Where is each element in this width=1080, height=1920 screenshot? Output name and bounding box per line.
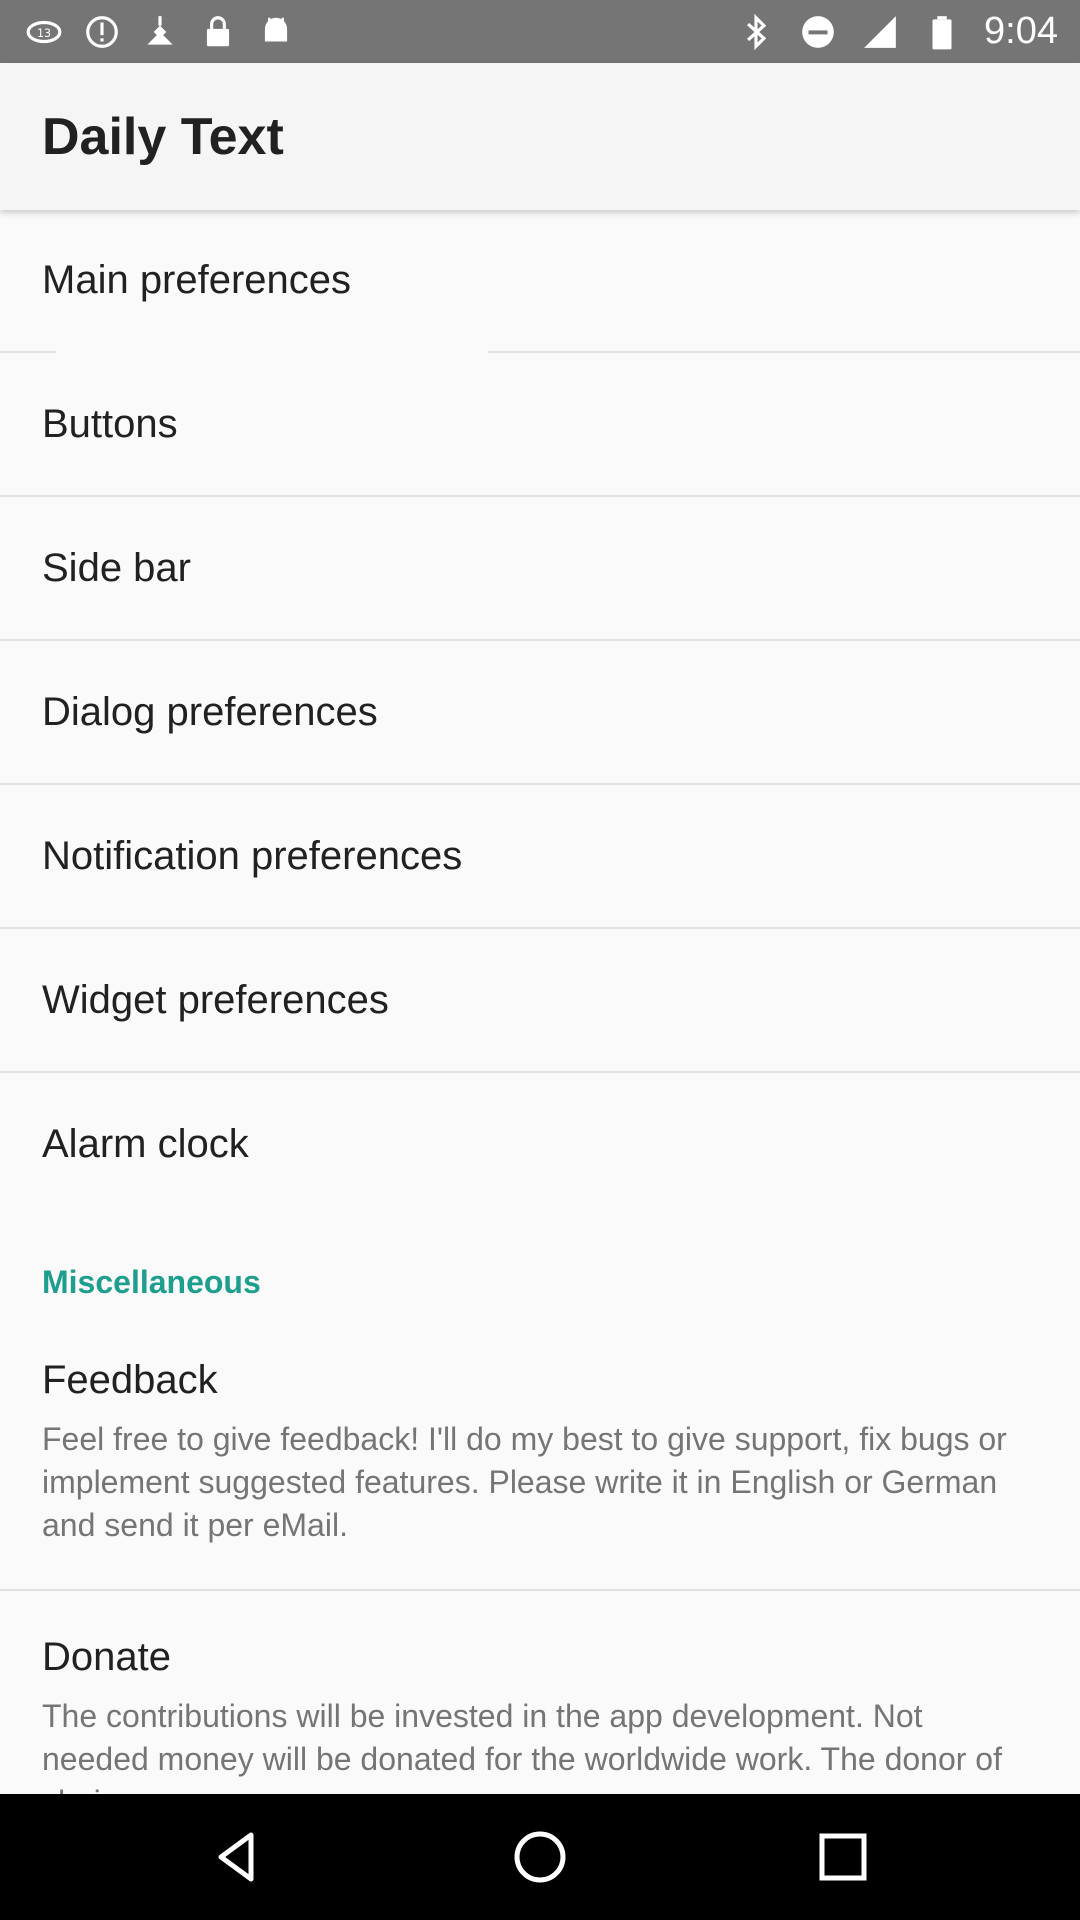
page-title: Daily Text: [42, 108, 284, 166]
svg-text:13: 13: [37, 26, 51, 39]
status-time: 9:04: [984, 10, 1058, 52]
pref-item-donate[interactable]: Donate The contributions will be investe…: [0, 1592, 1080, 1794]
divider: [0, 639, 1080, 641]
recents-icon[interactable]: [813, 1827, 873, 1887]
pref-item-main-preferences[interactable]: Main preferences: [0, 210, 1080, 354]
pref-title: Main preferences: [42, 258, 352, 302]
status-bar: 13 9:04: [0, 0, 1080, 63]
pref-item-notification-preferences[interactable]: Notification preferences: [0, 786, 1080, 930]
app-bar: Daily Text: [0, 63, 1080, 210]
pref-item-widget-preferences[interactable]: Widget preferences: [0, 930, 1080, 1074]
pref-title: Donate: [42, 1635, 171, 1679]
fake-gps-icon: [140, 12, 180, 52]
home-icon[interactable]: [510, 1827, 570, 1887]
divider: [0, 351, 56, 353]
divider: [0, 927, 1080, 929]
divider: [0, 1071, 1080, 1073]
signal-icon: [860, 12, 900, 52]
divider: [0, 783, 1080, 785]
android-icon: [256, 12, 296, 52]
pref-title: Widget preferences: [42, 978, 389, 1022]
pref-item-side-bar[interactable]: Side bar: [0, 498, 1080, 642]
back-icon[interactable]: [207, 1827, 267, 1887]
pref-title: Feedback: [42, 1358, 218, 1402]
pref-title: Side bar: [42, 546, 191, 590]
navigation-bar: [0, 1794, 1080, 1920]
lock-icon: [198, 12, 238, 52]
pref-summary: Feel free to give feedback! I'll do my b…: [42, 1421, 1007, 1543]
pref-item-alarm-clock[interactable]: Alarm clock: [0, 1074, 1080, 1218]
pref-item-buttons[interactable]: Buttons: [0, 354, 1080, 498]
nfl-app-icon: 13: [24, 12, 64, 52]
divider: [0, 1589, 1080, 1591]
pref-title: Buttons: [42, 402, 178, 446]
pref-item-feedback[interactable]: Feedback Feel free to give feedback! I'l…: [0, 1330, 1080, 1594]
divider: [488, 351, 1080, 353]
do-not-disturb-icon: [798, 12, 838, 52]
status-right-icons: 9:04: [736, 0, 1058, 63]
pref-summary: The contributions will be invested in th…: [42, 1698, 1002, 1794]
pref-item-dialog-preferences[interactable]: Dialog preferences: [0, 642, 1080, 786]
pref-title: Dialog preferences: [42, 690, 378, 734]
section-header-miscellaneous: Miscellaneous: [42, 1264, 261, 1300]
bluetooth-icon: [736, 12, 776, 52]
pref-title: Notification preferences: [42, 834, 463, 878]
alert-icon: [82, 12, 122, 52]
battery-icon: [922, 12, 962, 52]
pref-title: Alarm clock: [42, 1122, 249, 1166]
divider: [0, 495, 1080, 497]
status-left-icons: 13: [24, 0, 296, 63]
preferences-list: Main preferences Buttons Side bar Dialog…: [0, 210, 1080, 1794]
